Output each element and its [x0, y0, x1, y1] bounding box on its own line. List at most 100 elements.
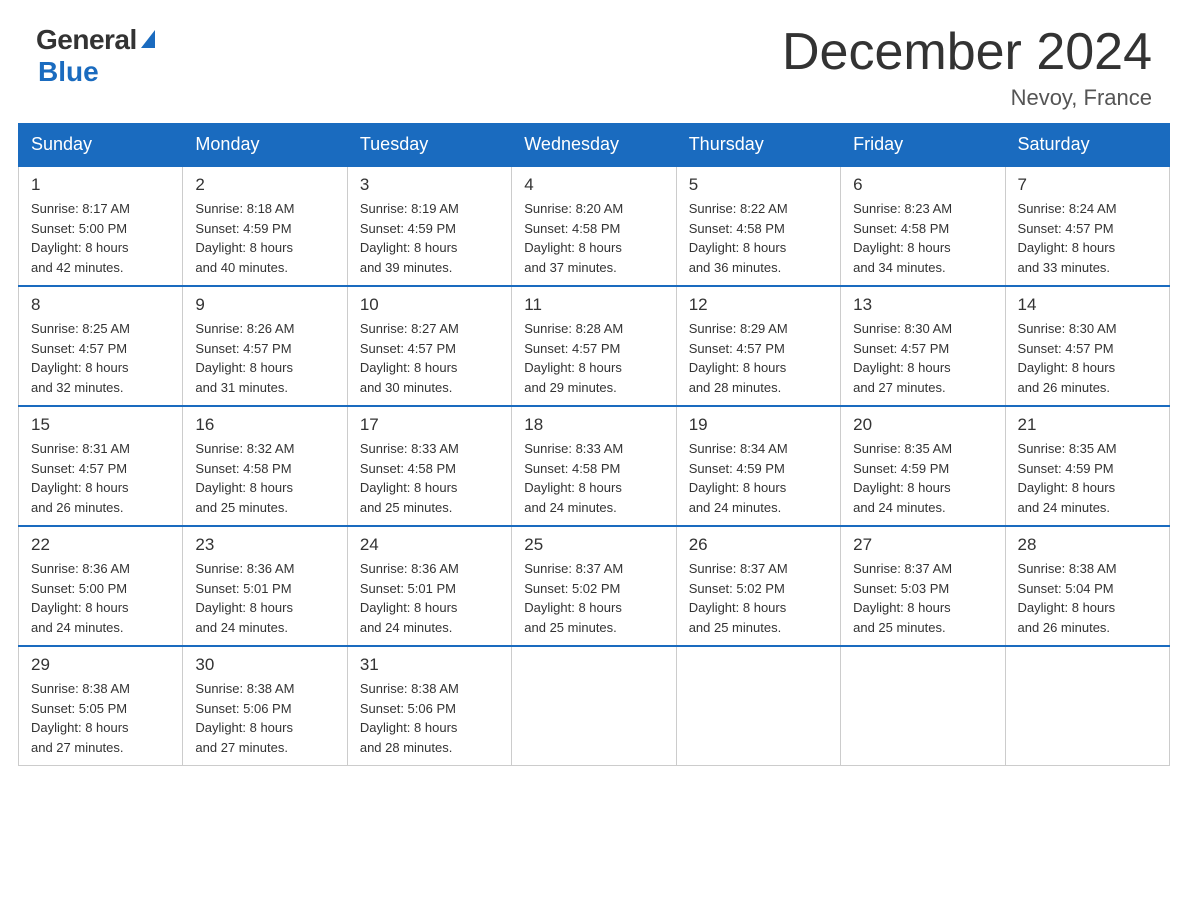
calendar-cell: 13 Sunrise: 8:30 AMSunset: 4:57 PMDayligh… — [841, 286, 1005, 406]
day-number: 17 — [360, 415, 499, 435]
day-number: 24 — [360, 535, 499, 555]
day-info: Sunrise: 8:35 AMSunset: 4:59 PMDaylight:… — [1018, 439, 1157, 517]
day-info: Sunrise: 8:31 AMSunset: 4:57 PMDaylight:… — [31, 439, 170, 517]
day-number: 16 — [195, 415, 334, 435]
header-saturday: Saturday — [1005, 124, 1169, 167]
day-number: 4 — [524, 175, 663, 195]
day-info: Sunrise: 8:20 AMSunset: 4:58 PMDaylight:… — [524, 199, 663, 277]
day-number: 20 — [853, 415, 992, 435]
day-info: Sunrise: 8:38 AMSunset: 5:04 PMDaylight:… — [1018, 559, 1157, 637]
day-number: 1 — [31, 175, 170, 195]
day-info: Sunrise: 8:37 AMSunset: 5:03 PMDaylight:… — [853, 559, 992, 637]
day-number: 29 — [31, 655, 170, 675]
calendar-cell: 19 Sunrise: 8:34 AMSunset: 4:59 PMDayligh… — [676, 406, 840, 526]
calendar-cell: 17 Sunrise: 8:33 AMSunset: 4:58 PMDayligh… — [347, 406, 511, 526]
day-number: 21 — [1018, 415, 1157, 435]
day-number: 6 — [853, 175, 992, 195]
calendar-cell: 18Sunrise: 8:33 AMSunset: 4:58 PMDayligh… — [512, 406, 676, 526]
location: Nevoy, France — [782, 85, 1152, 111]
day-number: 14 — [1018, 295, 1157, 315]
day-number: 10 — [360, 295, 499, 315]
day-number: 8 — [31, 295, 170, 315]
day-info: Sunrise: 8:36 AMSunset: 5:01 PMDaylight:… — [360, 559, 499, 637]
header-sunday: Sunday — [19, 124, 183, 167]
day-number: 26 — [689, 535, 828, 555]
week-row-2: 8 Sunrise: 8:25 AMSunset: 4:57 PMDaylight… — [19, 286, 1170, 406]
calendar-cell: 16Sunrise: 8:32 AMSunset: 4:58 PMDayligh… — [183, 406, 347, 526]
calendar-cell: 12 Sunrise: 8:29 AMSunset: 4:57 PMDayligh… — [676, 286, 840, 406]
calendar-cell — [1005, 646, 1169, 766]
day-number: 9 — [195, 295, 334, 315]
day-info: Sunrise: 8:37 AMSunset: 5:02 PMDaylight:… — [524, 559, 663, 637]
header-monday: Monday — [183, 124, 347, 167]
calendar-cell: 28Sunrise: 8:38 AMSunset: 5:04 PMDayligh… — [1005, 526, 1169, 646]
header-tuesday: Tuesday — [347, 124, 511, 167]
day-number: 23 — [195, 535, 334, 555]
calendar-cell: 21 Sunrise: 8:35 AMSunset: 4:59 PMDayligh… — [1005, 406, 1169, 526]
day-info: Sunrise: 8:30 AMSunset: 4:57 PMDaylight:… — [853, 319, 992, 397]
day-info: Sunrise: 8:25 AMSunset: 4:57 PMDaylight:… — [31, 319, 170, 397]
day-number: 13 — [853, 295, 992, 315]
day-info: Sunrise: 8:30 AMSunset: 4:57 PMDaylight:… — [1018, 319, 1157, 397]
day-number: 19 — [689, 415, 828, 435]
header: General Blue December 2024 Nevoy, France — [0, 0, 1188, 123]
calendar-cell: 26 Sunrise: 8:37 AMSunset: 5:02 PMDayligh… — [676, 526, 840, 646]
day-info: Sunrise: 8:23 AMSunset: 4:58 PMDaylight:… — [853, 199, 992, 277]
day-number: 5 — [689, 175, 828, 195]
day-info: Sunrise: 8:33 AMSunset: 4:58 PMDaylight:… — [360, 439, 499, 517]
week-row-4: 22 Sunrise: 8:36 AMSunset: 5:00 PMDayligh… — [19, 526, 1170, 646]
day-number: 12 — [689, 295, 828, 315]
calendar-table: Sunday Monday Tuesday Wednesday Thursday… — [18, 123, 1170, 766]
day-info: Sunrise: 8:34 AMSunset: 4:59 PMDaylight:… — [689, 439, 828, 517]
week-row-1: 1 Sunrise: 8:17 AMSunset: 5:00 PMDaylight… — [19, 166, 1170, 286]
day-info: Sunrise: 8:19 AMSunset: 4:59 PMDaylight:… — [360, 199, 499, 277]
day-number: 3 — [360, 175, 499, 195]
day-info: Sunrise: 8:17 AMSunset: 5:00 PMDaylight:… — [31, 199, 170, 277]
calendar-cell — [676, 646, 840, 766]
day-info: Sunrise: 8:22 AMSunset: 4:58 PMDaylight:… — [689, 199, 828, 277]
logo-general-text: General — [36, 24, 137, 56]
calendar-cell: 4 Sunrise: 8:20 AMSunset: 4:58 PMDaylight… — [512, 166, 676, 286]
day-info: Sunrise: 8:24 AMSunset: 4:57 PMDaylight:… — [1018, 199, 1157, 277]
calendar-cell: 3 Sunrise: 8:19 AMSunset: 4:59 PMDaylight… — [347, 166, 511, 286]
calendar-cell: 11 Sunrise: 8:28 AMSunset: 4:57 PMDayligh… — [512, 286, 676, 406]
day-info: Sunrise: 8:28 AMSunset: 4:57 PMDaylight:… — [524, 319, 663, 397]
calendar-cell: 24 Sunrise: 8:36 AMSunset: 5:01 PMDayligh… — [347, 526, 511, 646]
day-info: Sunrise: 8:18 AMSunset: 4:59 PMDaylight:… — [195, 199, 334, 277]
calendar-cell — [512, 646, 676, 766]
calendar-cell: 8 Sunrise: 8:25 AMSunset: 4:57 PMDaylight… — [19, 286, 183, 406]
day-info: Sunrise: 8:36 AMSunset: 5:01 PMDaylight:… — [195, 559, 334, 637]
day-info: Sunrise: 8:29 AMSunset: 4:57 PMDaylight:… — [689, 319, 828, 397]
day-number: 7 — [1018, 175, 1157, 195]
day-info: Sunrise: 8:27 AMSunset: 4:57 PMDaylight:… — [360, 319, 499, 397]
calendar-cell: 9Sunrise: 8:26 AMSunset: 4:57 PMDaylight… — [183, 286, 347, 406]
day-info: Sunrise: 8:38 AMSunset: 5:05 PMDaylight:… — [31, 679, 170, 757]
day-number: 18 — [524, 415, 663, 435]
calendar-cell: 6 Sunrise: 8:23 AMSunset: 4:58 PMDaylight… — [841, 166, 1005, 286]
day-number: 11 — [524, 295, 663, 315]
title-section: December 2024 Nevoy, France — [782, 24, 1152, 111]
calendar-cell: 10 Sunrise: 8:27 AMSunset: 4:57 PMDayligh… — [347, 286, 511, 406]
day-number: 25 — [524, 535, 663, 555]
logo-triangle-icon — [141, 30, 155, 48]
week-row-3: 15 Sunrise: 8:31 AMSunset: 4:57 PMDayligh… — [19, 406, 1170, 526]
day-number: 2 — [195, 175, 334, 195]
day-info: Sunrise: 8:36 AMSunset: 5:00 PMDaylight:… — [31, 559, 170, 637]
day-number: 15 — [31, 415, 170, 435]
calendar-cell: 5 Sunrise: 8:22 AMSunset: 4:58 PMDaylight… — [676, 166, 840, 286]
calendar-cell — [841, 646, 1005, 766]
day-info: Sunrise: 8:37 AMSunset: 5:02 PMDaylight:… — [689, 559, 828, 637]
calendar-cell: 23 Sunrise: 8:36 AMSunset: 5:01 PMDayligh… — [183, 526, 347, 646]
logo-blue-text: Blue — [38, 56, 99, 88]
month-title: December 2024 — [782, 24, 1152, 81]
day-info: Sunrise: 8:38 AMSunset: 5:06 PMDaylight:… — [195, 679, 334, 757]
calendar-cell: 22 Sunrise: 8:36 AMSunset: 5:00 PMDayligh… — [19, 526, 183, 646]
day-number: 22 — [31, 535, 170, 555]
calendar-cell: 20Sunrise: 8:35 AMSunset: 4:59 PMDayligh… — [841, 406, 1005, 526]
calendar-cell: 2 Sunrise: 8:18 AMSunset: 4:59 PMDaylight… — [183, 166, 347, 286]
header-thursday: Thursday — [676, 124, 840, 167]
week-row-5: 29 Sunrise: 8:38 AMSunset: 5:05 PMDayligh… — [19, 646, 1170, 766]
calendar-cell: 27Sunrise: 8:37 AMSunset: 5:03 PMDayligh… — [841, 526, 1005, 646]
calendar-cell: 7 Sunrise: 8:24 AMSunset: 4:57 PMDaylight… — [1005, 166, 1169, 286]
calendar-cell: 15 Sunrise: 8:31 AMSunset: 4:57 PMDayligh… — [19, 406, 183, 526]
